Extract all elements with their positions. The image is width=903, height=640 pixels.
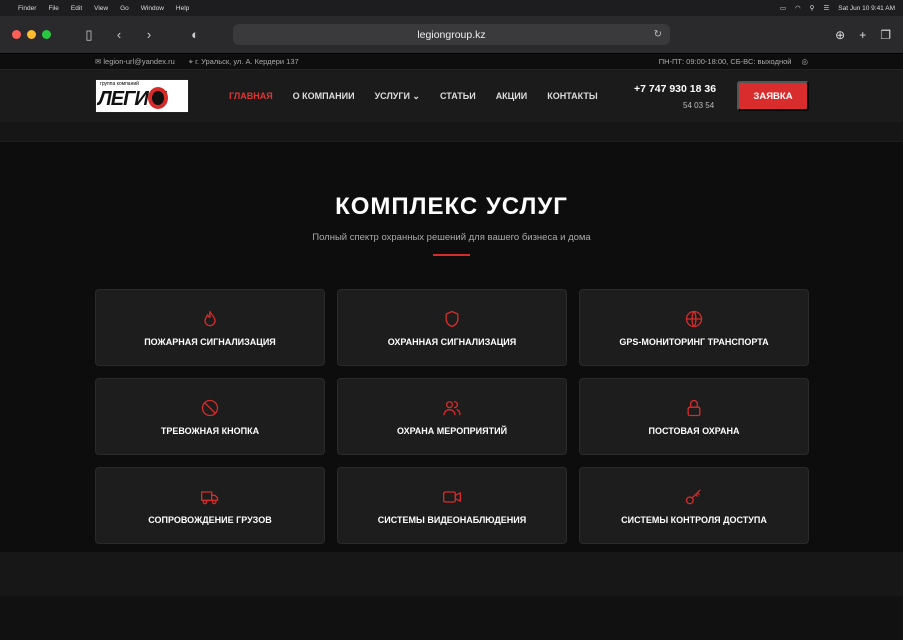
- nav-promotions[interactable]: АКЦИИ: [496, 91, 528, 102]
- key-icon: [685, 489, 701, 504]
- video-icon: [443, 490, 461, 503]
- download-icon[interactable]: ⊕: [835, 28, 845, 42]
- services-section: КОМПЛЕКС УСЛУГ Полный спектр охранных ре…: [0, 142, 903, 596]
- logo-eye-icon: [148, 87, 168, 109]
- nav-home[interactable]: ГЛАВНАЯ: [229, 91, 273, 102]
- truck-icon: [201, 490, 219, 504]
- search-icon[interactable]: ⚲: [810, 4, 815, 12]
- service-label: GPS-МОНИТОРИНГ ТРАНСПОРТА: [619, 336, 769, 347]
- users-icon: [443, 400, 461, 415]
- globe-icon: [685, 310, 703, 327]
- email-link[interactable]: ✉ legion-url@yandex.ru: [95, 57, 175, 66]
- reload-icon[interactable]: ↻: [654, 29, 662, 40]
- forward-icon[interactable]: ›: [141, 27, 157, 42]
- service-label: СОПРОВОЖДЕНИЕ ГРУЗОВ: [148, 514, 272, 525]
- back-icon[interactable]: ‹: [111, 27, 127, 42]
- battery-icon[interactable]: ▭: [780, 4, 786, 12]
- clock[interactable]: Sat Jun 10 9:41 AM: [838, 5, 895, 12]
- nav-contacts[interactable]: КОНТАКТЫ: [547, 91, 597, 102]
- instagram-icon[interactable]: ◎: [801, 57, 808, 66]
- nav-services[interactable]: УСЛУГИ ⌄: [375, 91, 420, 102]
- service-card-panic-button[interactable]: ТРЕВОЖНАЯ КНОПКА: [95, 378, 325, 455]
- nav-articles[interactable]: СТАТЬИ: [440, 91, 476, 102]
- service-label: ОХРАННАЯ СИГНАЛИЗАЦИЯ: [387, 336, 517, 347]
- service-card-gps[interactable]: GPS-МОНИТОРИНГ ТРАНСПОРТА: [579, 289, 809, 366]
- menu-file[interactable]: File: [48, 5, 58, 12]
- email-text: legion-url@yandex.ru: [103, 57, 175, 66]
- section-subtitle: Полный спектр охранных решений для вашег…: [312, 232, 591, 243]
- service-card-security-alarm[interactable]: ОХРАННАЯ СИГНАЛИЗАЦИЯ: [337, 289, 567, 366]
- service-card-access-control[interactable]: СИСТЕМЫ КОНТРОЛЯ ДОСТУПА: [579, 467, 809, 544]
- service-card-fire-alarm[interactable]: ПОЖАРНАЯ СИГНАЛИЗАЦИЯ: [95, 289, 325, 366]
- new-tab-icon[interactable]: +: [859, 28, 866, 42]
- sidebar-toggle-icon[interactable]: ▯: [81, 27, 97, 43]
- phone-link[interactable]: +7 747 930 18 36: [634, 83, 716, 95]
- main-nav: ГЛАВНАЯ О КОМПАНИИ УСЛУГИ ⌄ СТАТЬИ АКЦИИ…: [229, 91, 598, 102]
- footer-band: [0, 552, 903, 596]
- minimize-window-button[interactable]: [27, 30, 36, 39]
- close-window-button[interactable]: [12, 30, 21, 39]
- privacy-shield-icon[interactable]: ◐: [187, 27, 203, 42]
- phone-link-secondary[interactable]: 54 03 54: [683, 101, 714, 110]
- url-text: legiongroup.kz: [417, 28, 486, 41]
- service-card-post-security[interactable]: ПОСТОВАЯ ОХРАНА: [579, 378, 809, 455]
- request-button[interactable]: ЗАЯВКА: [737, 81, 809, 111]
- menu-edit[interactable]: Edit: [71, 5, 82, 12]
- service-label: ПОЖАРНАЯ СИГНАЛИЗАЦИЯ: [144, 336, 276, 347]
- logo[interactable]: группа компаний ЛЕГИ Н: [95, 79, 189, 113]
- menu-go[interactable]: Go: [120, 5, 129, 12]
- service-card-event-security[interactable]: ОХРАНА МЕРОПРИЯТИЙ: [337, 378, 567, 455]
- menu-finder[interactable]: Finder: [18, 5, 36, 12]
- control-center-icon[interactable]: ☰: [823, 4, 829, 12]
- ban-icon: [201, 399, 219, 416]
- lock-icon: [687, 399, 701, 416]
- address-value: г. Уральск, ул. А. Кердери 137: [195, 56, 299, 66]
- title-divider: [433, 254, 470, 256]
- header-band: [0, 122, 903, 142]
- service-label: ОХРАНА МЕРОПРИЯТИЙ: [396, 425, 508, 436]
- contact-topbar: ✉ legion-url@yandex.ru ⌖ г. Уральск, ул.…: [0, 54, 903, 70]
- wifi-icon[interactable]: ◠: [795, 4, 801, 12]
- shield-icon: [445, 310, 459, 327]
- address-text: ⌖ г. Уральск, ул. А. Кердери 137: [188, 56, 299, 66]
- tabs-overview-icon[interactable]: ❐: [880, 28, 891, 42]
- section-title: КОМПЛЕКС УСЛУГ: [335, 193, 568, 220]
- nav-about[interactable]: О КОМПАНИИ: [293, 91, 355, 102]
- menu-view[interactable]: View: [94, 5, 108, 12]
- site-header: группа компаний ЛЕГИ Н ГЛАВНАЯ О КОМПАНИ…: [0, 70, 903, 122]
- service-label: СИСТЕМЫ ВИДЕОНАБЛЮДЕНИЯ: [377, 514, 527, 525]
- macos-menubar: Finder File Edit View Go Window Help ▭ ◠…: [0, 0, 903, 16]
- service-label: ТРЕВОЖНАЯ КНОПКА: [160, 425, 260, 436]
- services-grid: ПОЖАРНАЯ СИГНАЛИЗАЦИЯ ОХРАННАЯ СИГНАЛИЗА…: [95, 289, 809, 544]
- working-hours: ПН-ПТ: 09:00-18:00, СБ-ВС: выходной: [658, 57, 792, 66]
- fire-icon: [204, 310, 216, 326]
- service-card-cctv[interactable]: СИСТЕМЫ ВИДЕОНАБЛЮДЕНИЯ: [337, 467, 567, 544]
- logo-subtitle: группа компаний: [100, 81, 139, 87]
- menu-window[interactable]: Window: [141, 5, 164, 12]
- address-bar[interactable]: legiongroup.kz ↻: [233, 24, 670, 45]
- menu-help[interactable]: Help: [176, 5, 189, 12]
- service-label: ПОСТОВАЯ ОХРАНА: [648, 425, 740, 436]
- service-label: СИСТЕМЫ КОНТРОЛЯ ДОСТУПА: [621, 514, 767, 525]
- service-card-cargo-escort[interactable]: СОПРОВОЖДЕНИЕ ГРУЗОВ: [95, 467, 325, 544]
- zoom-window-button[interactable]: [42, 30, 51, 39]
